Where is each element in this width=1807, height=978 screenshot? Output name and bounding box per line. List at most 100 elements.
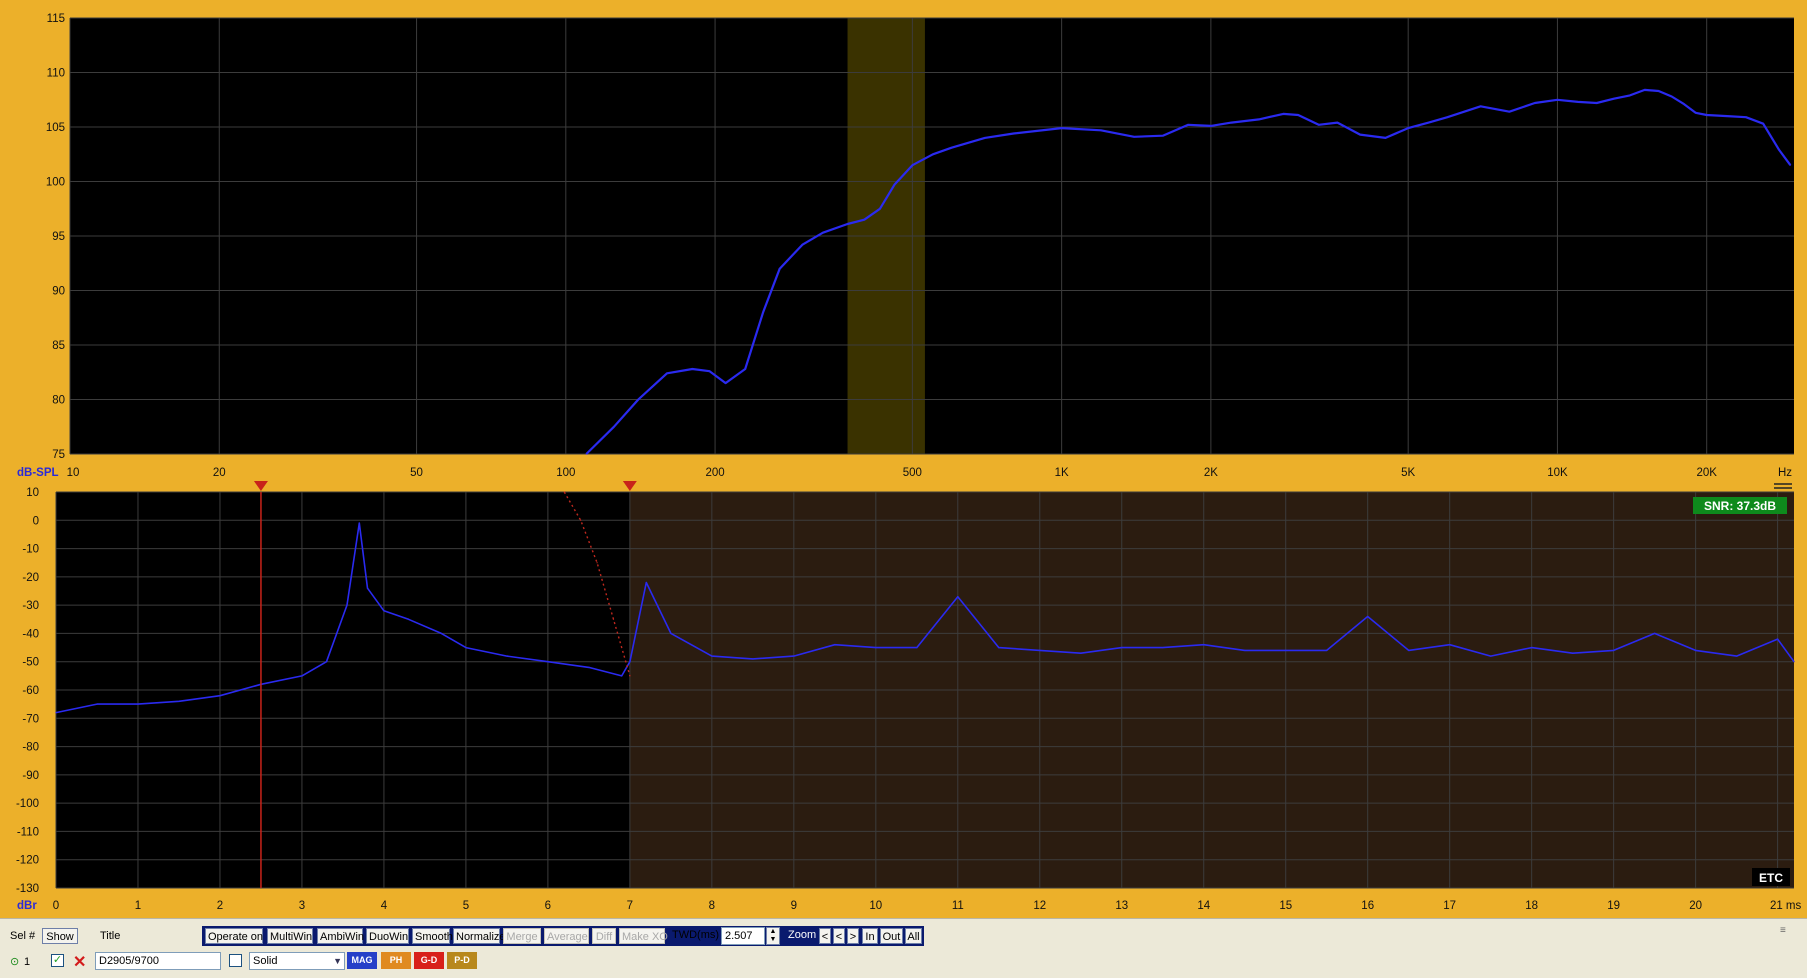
etc-data-point: [998, 646, 1000, 649]
smooth-button[interactable]: Smooth: [412, 928, 453, 944]
fr-data-point: [1162, 135, 1164, 137]
etc-data-point: [1080, 652, 1082, 654]
etc-data-point: [752, 658, 754, 660]
fr-y-unit: dB-SPL: [17, 467, 59, 479]
fr-data-point: [1258, 118, 1260, 120]
etc-data-point: [629, 661, 631, 663]
row-title-input[interactable]: D2905/9700: [95, 952, 221, 970]
charts-canvas: 7580859095100105110115 10 20 50 100 200 500 1K…: [0, 0, 1807, 918]
fr-data-point: [1210, 125, 1212, 127]
etc-data-point: [834, 644, 836, 646]
chevron-down-icon: ▼: [333, 956, 342, 966]
etc-data-point: [916, 646, 918, 649]
etc-y-tick-label: -70: [22, 713, 39, 725]
etc-data-point: [1695, 649, 1697, 652]
twd-input[interactable]: 2.507: [721, 927, 765, 945]
etc-data-point: [1531, 646, 1533, 649]
frequency-response-chart: 75 80 85 90 95 100 105 110 115 10 20 50 100 200 500 1K…: [17, 13, 1794, 489]
normalize-button[interactable]: Normalize: [453, 928, 506, 944]
delete-icon[interactable]: ✕: [73, 952, 86, 972]
merge-button[interactable]: Merge: [503, 928, 541, 944]
etc-data-point: [629, 675, 631, 677]
etc-x-tick-label: 3: [299, 900, 305, 912]
etc-data-point: [580, 519, 582, 521]
fr-x-tick-label: 10: [67, 467, 80, 479]
etc-data-point: [1367, 615, 1369, 618]
fr-data-point: [1629, 94, 1631, 96]
fr-x-tick-label: 10K: [1547, 467, 1568, 479]
mag-button[interactable]: MAG: [347, 952, 377, 969]
etc-y-tick-label: 10: [26, 487, 39, 499]
etc-data-point: [1490, 655, 1492, 657]
etc-data-point: [1121, 646, 1123, 649]
show-button[interactable]: Show: [42, 928, 78, 944]
fr-data-point: [911, 164, 913, 166]
etc-data-point: [957, 596, 959, 598]
etc-data-point: [1736, 655, 1738, 657]
etc-data-point: [325, 661, 328, 663]
etc-x-tick-label: 1: [135, 900, 141, 912]
fr-data-point: [863, 219, 865, 221]
etc-data-point: [1572, 652, 1574, 654]
grip-icon[interactable]: ≡: [1780, 925, 1786, 936]
ph-button[interactable]: PH: [381, 952, 411, 969]
average-button[interactable]: Average: [544, 928, 589, 944]
etc-data-point: [1203, 644, 1205, 646]
multiwin-button[interactable]: MultiWin: [267, 928, 313, 944]
diff-button[interactable]: Diff: [592, 928, 616, 944]
pd-button[interactable]: P-D: [447, 952, 477, 969]
etc-y-tick-label: -50: [22, 657, 39, 669]
fr-data-point: [1613, 98, 1615, 100]
etc-data-point: [1326, 649, 1328, 652]
etc-data-point: [645, 581, 647, 584]
active-radio-icon[interactable]: ⊙: [10, 955, 19, 968]
zoom-right-icon[interactable]: >: [847, 928, 859, 944]
line-style-select[interactable]: Solid ▼: [249, 952, 345, 970]
etc-y-tick-label: -30: [22, 600, 39, 612]
fr-data-point: [691, 368, 693, 370]
fr-data-point: [1695, 112, 1697, 114]
etc-x-tick-label: 18: [1525, 900, 1538, 912]
make-xo-button[interactable]: Make XO: [619, 928, 668, 944]
etc-y-tick-label: -130: [16, 883, 39, 895]
row-option-checkbox[interactable]: [229, 954, 242, 967]
etc-data-point: [563, 491, 565, 493]
fr-x-tick-label: 5K: [1401, 467, 1415, 479]
fr-x-tick-label: 500: [903, 467, 922, 479]
etc-label-text: ETC: [1759, 871, 1783, 885]
fr-y-tick-label: 95: [52, 231, 65, 243]
fr-data-point: [1556, 99, 1559, 101]
zoom-out-button[interactable]: Out: [880, 928, 903, 944]
etc-data-point: [506, 655, 508, 657]
twd-label: TWD(ms): [672, 929, 720, 941]
etc-data-point: [1162, 646, 1164, 649]
fr-data-point: [779, 268, 781, 270]
twd-spinner-icon[interactable]: ▲ ▼: [766, 927, 780, 945]
etc-data-point: [1408, 649, 1410, 652]
visible-checkbox[interactable]: ✓: [51, 954, 64, 967]
sel-label: Sel #: [10, 930, 36, 942]
zoom-all-button[interactable]: All: [905, 928, 922, 944]
fr-data-point: [1012, 132, 1015, 135]
measurement-window: 75 80 85 90 95 100 105 110 115 10 20 50 100 200 500 1K…: [0, 0, 1807, 978]
etc-y-tick-label: -60: [22, 685, 39, 697]
etc-data-point: [358, 522, 360, 524]
etc-x-tick-label: 4: [381, 900, 388, 912]
duowin-button[interactable]: DuoWin: [366, 928, 409, 944]
zoom-in-button[interactable]: In: [862, 928, 878, 944]
fr-data-point: [801, 244, 803, 246]
fr-data-point: [1407, 127, 1409, 129]
etc-x-tick-label: 13: [1115, 900, 1128, 912]
etc-y-tick-label: -100: [16, 798, 39, 810]
zoom-left-step-icon[interactable]: <: [833, 928, 845, 944]
gd-button[interactable]: G-D: [414, 952, 444, 969]
zoom-left-icon[interactable]: <: [819, 928, 831, 944]
fr-data-point: [1534, 102, 1536, 104]
etc-data-point: [219, 695, 221, 697]
etc-corner-label: ETC: [1752, 868, 1790, 886]
operate-on-button[interactable]: Operate on: [205, 928, 263, 944]
etc-data-point: [407, 618, 410, 620]
title-label: Title: [100, 930, 121, 942]
fr-data-point: [1061, 127, 1063, 129]
ambiwin-button[interactable]: AmbiWin: [317, 928, 364, 944]
